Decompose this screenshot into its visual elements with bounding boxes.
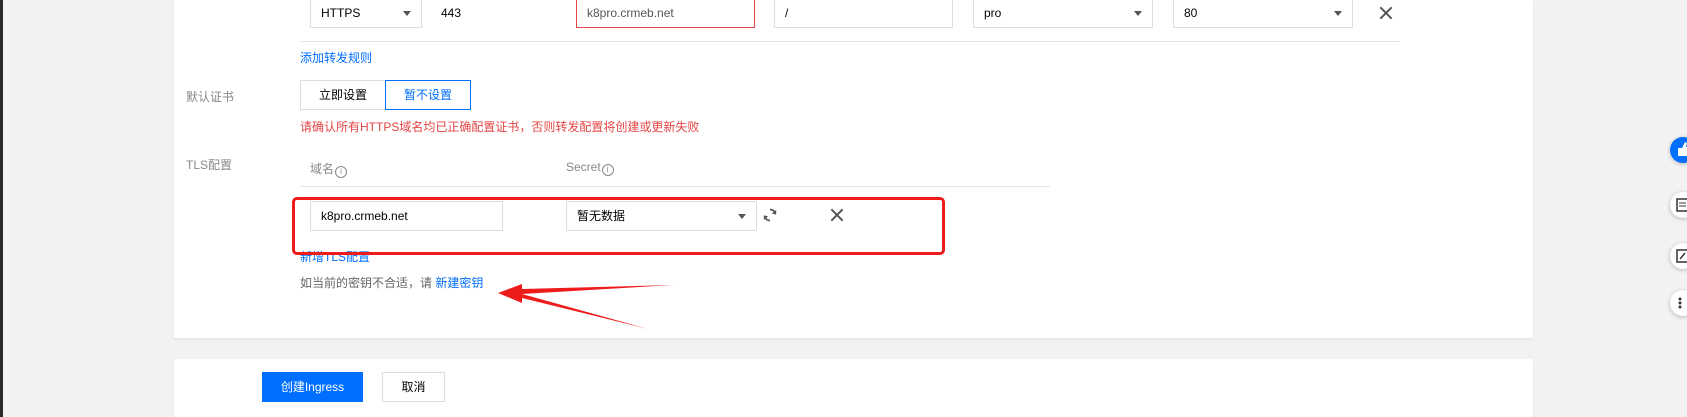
host-input[interactable]: k8pro.crmeb.net — [576, 0, 755, 28]
tls-domain-column-label: 域名 — [310, 162, 335, 176]
info-icon[interactable]: i — [335, 166, 348, 178]
host-input-value: k8pro.crmeb.net — [587, 6, 674, 20]
new-secret-hint-text: 如当前的密钥不合适，请 — [300, 276, 433, 290]
chevron-down-icon — [1134, 11, 1142, 16]
chevron-down-icon — [1334, 11, 1342, 16]
rule-divider — [300, 41, 1400, 42]
annotation-arrow — [498, 284, 673, 329]
path-input[interactable]: / — [774, 0, 953, 28]
new-secret-hint: 如当前的密钥不合适，请 新建密钥 — [300, 274, 483, 291]
service-port-select-value: 80 — [1184, 6, 1198, 20]
chevron-down-icon — [403, 11, 411, 16]
cert-warning-text: 请确认所有HTTPS域名均已正确配置证书，否则转发配置将创建或更新失败 — [300, 120, 700, 134]
tls-header-divider — [300, 186, 1050, 187]
service-select-value: pro — [984, 6, 1002, 20]
tls-secret-column-label: Secret — [566, 160, 601, 174]
new-secret-link[interactable]: 新建密钥 — [435, 276, 483, 290]
cancel-button[interactable]: 取消 — [382, 372, 445, 402]
info-icon[interactable]: i — [601, 164, 614, 176]
protocol-select-value: HTTPS — [321, 6, 361, 20]
tls-config-label: TLS配置 — [186, 158, 233, 172]
ingress-form-card: HTTPS 443 k8pro.crmeb.net / pro 80 添加转发规… — [174, 0, 1533, 338]
path-input-value: / — [785, 6, 789, 20]
tls-secret-column-header: Secret i — [566, 160, 614, 176]
skip-cert-button[interactable]: 暂不设置 — [385, 80, 471, 110]
port-value: 443 — [441, 6, 462, 20]
edit-icon[interactable] — [1670, 243, 1687, 269]
create-ingress-button[interactable]: 创建Ingress — [262, 372, 363, 402]
more-icon[interactable] — [1670, 290, 1687, 316]
set-cert-now-button[interactable]: 立即设置 — [300, 80, 386, 110]
remove-rule-close-icon[interactable] — [1378, 5, 1394, 21]
window-left-edge — [0, 0, 3, 417]
annotation-highlight-box — [292, 197, 945, 255]
form-footer-card: 创建Ingress 取消 — [174, 359, 1533, 417]
document-icon[interactable] — [1670, 192, 1687, 218]
service-select[interactable]: pro — [973, 0, 1153, 28]
default-cert-label: 默认证书 — [186, 90, 235, 104]
add-forward-rule-link[interactable]: 添加转发规则 — [300, 49, 372, 66]
like-icon[interactable] — [1670, 137, 1687, 163]
protocol-select[interactable]: HTTPS — [310, 0, 422, 28]
tls-domain-column-header: 域名 i — [310, 160, 348, 178]
service-port-select[interactable]: 80 — [1173, 0, 1353, 28]
